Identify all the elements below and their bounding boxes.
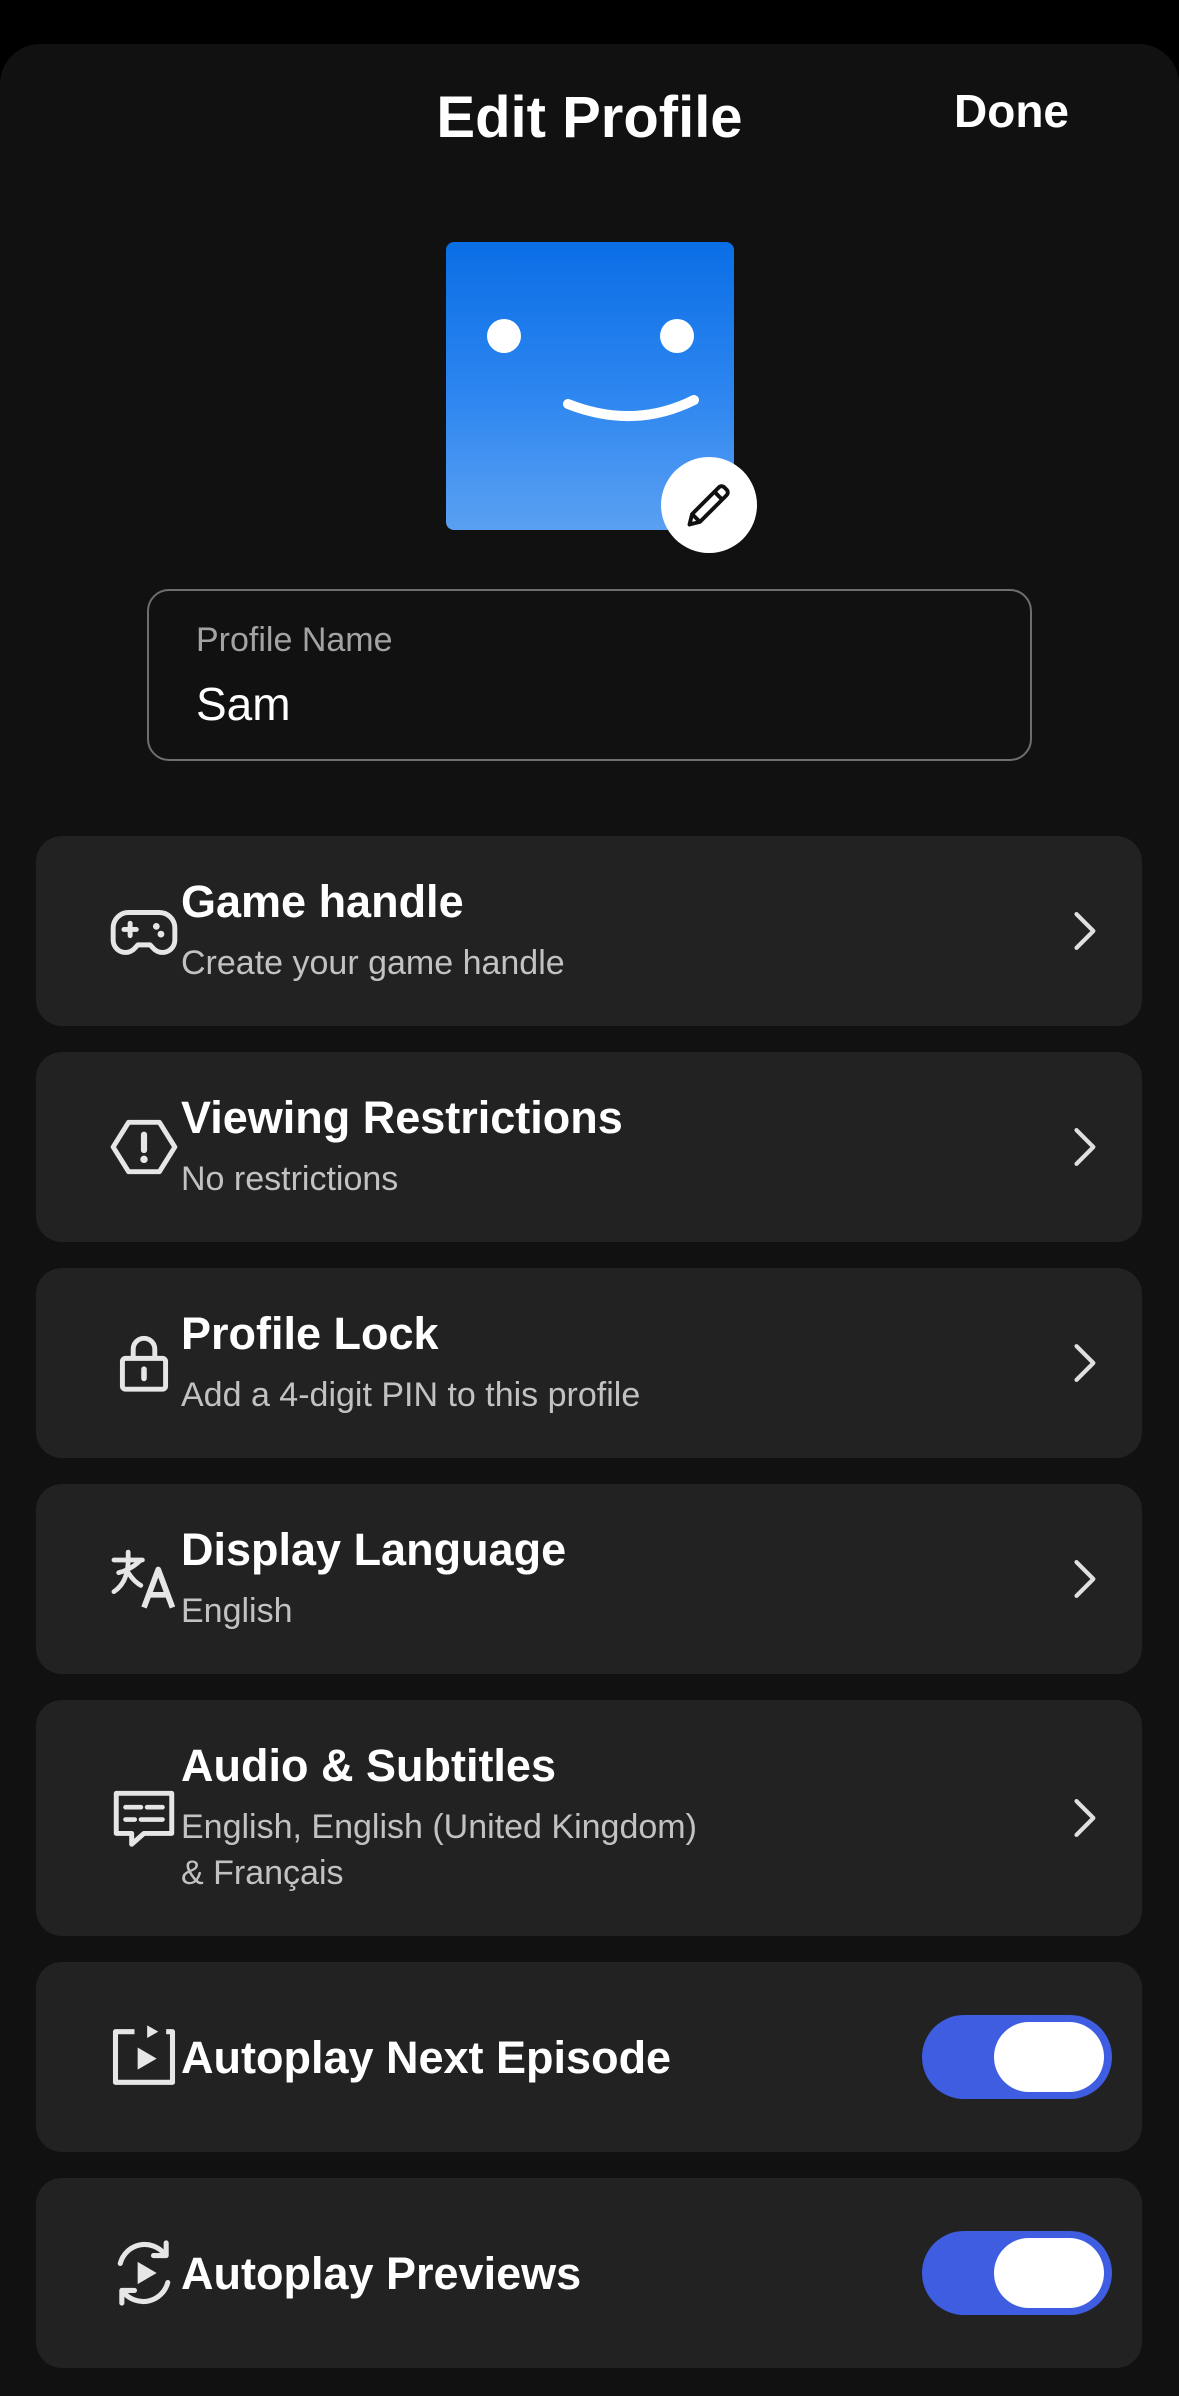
autoplay-next-icon <box>104 2017 184 2097</box>
audio-subtitles-title: Audio & Subtitles <box>181 1740 556 1791</box>
translate-icon <box>104 1539 184 1619</box>
subtitles-icon <box>104 1778 184 1858</box>
viewing-restrictions-title: Viewing Restrictions <box>181 1092 623 1143</box>
chevron-right-icon <box>1064 906 1104 956</box>
chevron-right-icon <box>1064 1793 1104 1843</box>
warning-hexagon-icon <box>104 1107 184 1187</box>
edit-profile-sheet: Edit Profile Done Profile Name Sam Game … <box>0 44 1179 2396</box>
display-language-subtitle: English <box>181 1592 293 1630</box>
audio-subtitles-row[interactable]: Audio & Subtitles English, English (Unit… <box>36 1700 1142 1936</box>
profile-lock-row[interactable]: Profile Lock Add a 4-digit PIN to this p… <box>36 1268 1142 1458</box>
pencil-icon <box>687 484 730 527</box>
audio-subtitles-subtitle: English, English (United Kingdom) & Fran… <box>181 1808 697 1892</box>
autoplay-next-episode-row: Autoplay Next Episode <box>36 1962 1142 2152</box>
edit-avatar-button[interactable] <box>661 457 757 553</box>
viewing-restrictions-subtitle: No restrictions <box>181 1160 399 1198</box>
profile-name-input[interactable] <box>196 677 976 731</box>
display-language-title: Display Language <box>181 1524 567 1575</box>
header: Edit Profile Done <box>0 44 1179 194</box>
gamepad-icon <box>104 891 184 971</box>
done-button[interactable]: Done <box>954 84 1069 138</box>
autoplay-previews-title: Autoplay Previews <box>181 2248 582 2299</box>
toggle-knob <box>994 2022 1104 2092</box>
profile-name-field[interactable]: Profile Name <box>147 589 1032 761</box>
chevron-right-icon <box>1064 1338 1104 1388</box>
toggle-knob <box>994 2238 1104 2308</box>
game-handle-title: Game handle <box>181 876 464 927</box>
display-language-row[interactable]: Display Language English <box>36 1484 1142 1674</box>
autoplay-next-episode-toggle[interactable] <box>922 2015 1112 2099</box>
autoplay-next-episode-title: Autoplay Next Episode <box>181 2032 672 2083</box>
chevron-right-icon <box>1064 1122 1104 1172</box>
profile-lock-subtitle: Add a 4-digit PIN to this profile <box>181 1376 641 1414</box>
game-handle-subtitle: Create your game handle <box>181 944 565 982</box>
game-handle-row[interactable]: Game handle Create your game handle <box>36 836 1142 1026</box>
autoplay-previews-toggle[interactable] <box>922 2231 1112 2315</box>
profile-lock-title: Profile Lock <box>181 1308 439 1359</box>
profile-name-label: Profile Name <box>196 621 393 659</box>
autoplay-previews-row: Autoplay Previews <box>36 2178 1142 2368</box>
lock-icon <box>104 1323 184 1403</box>
chevron-right-icon <box>1064 1554 1104 1604</box>
viewing-restrictions-row[interactable]: Viewing Restrictions No restrictions <box>36 1052 1142 1242</box>
autoplay-previews-icon <box>104 2233 184 2313</box>
